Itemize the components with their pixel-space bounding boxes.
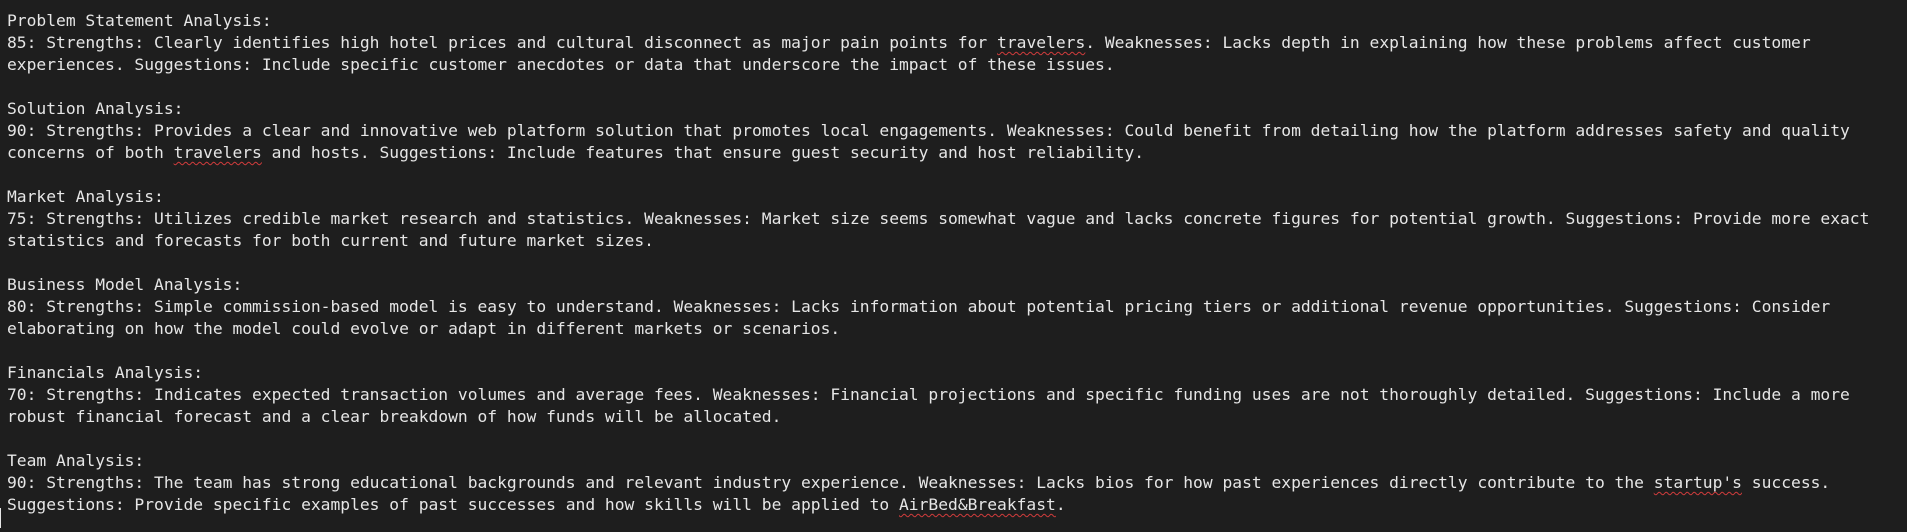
section-heading: Team Analysis: <box>7 451 145 470</box>
misspelled-word: travelers <box>997 33 1086 52</box>
text-run: 80: Strengths: Simple commission-based m… <box>7 297 1841 338</box>
section-body: 85: Strengths: Clearly identifies high h… <box>7 32 1899 76</box>
text-run: and hosts. Suggestions: Include features… <box>261 143 1145 162</box>
section-body: 80: Strengths: Simple commission-based m… <box>7 296 1899 340</box>
analysis-section: Team Analysis: 90: Strengths: The team ha… <box>7 450 1899 516</box>
section-body: 70: Strengths: Indicates expected transa… <box>7 384 1899 428</box>
text-editor-area[interactable]: Problem Statement Analysis: 85: Strengths… <box>7 10 1899 532</box>
analysis-section: Problem Statement Analysis: 85: Strengths… <box>7 10 1899 76</box>
section-heading: Financials Analysis: <box>7 363 204 382</box>
text-run: 85: Strengths: Clearly identifies high h… <box>7 33 998 52</box>
misspelled-word: AirBed&Breakfast <box>899 495 1056 514</box>
section-heading: Market Analysis: <box>7 187 164 206</box>
text-caret <box>0 508 1 528</box>
analysis-section: Solution Analysis: 90: Strengths: Provide… <box>7 98 1899 164</box>
misspelled-word: startup's <box>1653 473 1742 492</box>
text-run: . <box>1055 495 1066 514</box>
analysis-section: Financials Analysis: 70: Strengths: Indic… <box>7 362 1899 428</box>
section-body: 90: Strengths: The team has strong educa… <box>7 472 1899 516</box>
section-heading: Solution Analysis: <box>7 99 184 118</box>
analysis-section: Business Model Analysis: 80: Strengths: S… <box>7 274 1899 340</box>
text-run: 70: Strengths: Indicates expected transa… <box>7 385 1860 426</box>
text-run: 75: Strengths: Utilizes credible market … <box>7 209 1880 250</box>
section-body: 90: Strengths: Provides a clear and inno… <box>7 120 1899 164</box>
section-body: 75: Strengths: Utilizes credible market … <box>7 208 1899 252</box>
analysis-section: Market Analysis: 75: Strengths: Utilizes … <box>7 186 1899 252</box>
text-run: 90: Strengths: The team has strong educa… <box>7 473 1654 492</box>
misspelled-word: travelers <box>173 143 262 162</box>
section-heading: Business Model Analysis: <box>7 275 243 294</box>
section-heading: Problem Statement Analysis: <box>7 11 272 30</box>
